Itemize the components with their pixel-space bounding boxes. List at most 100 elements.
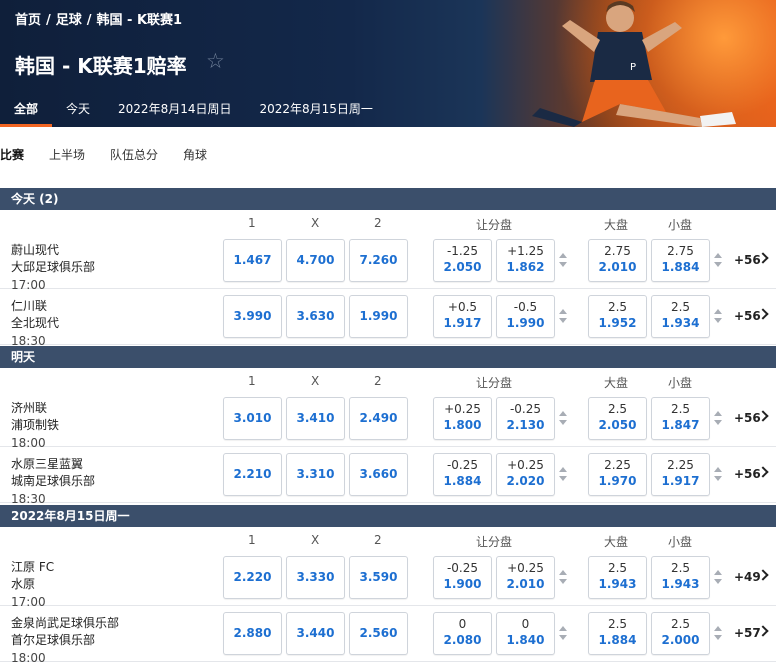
- match-row[interactable]: 济州联 浦项制铁 18:00 3.010 3.410 2.490 +0.25 1.800 -0.…: [0, 391, 776, 450]
- odds-home-button[interactable]: 3.010: [223, 397, 282, 440]
- odds-home-button[interactable]: 3.990: [223, 295, 282, 338]
- handicap-home-button[interactable]: 0 2.080: [433, 612, 492, 655]
- handicap-away-button[interactable]: +0.25 2.010: [496, 556, 555, 599]
- odds-draw-button[interactable]: 3.410: [286, 397, 345, 440]
- over-button[interactable]: 2.5 1.884: [588, 612, 647, 655]
- handicap-home-button[interactable]: -1.25 2.050: [433, 239, 492, 282]
- more-markets-count[interactable]: +56: [734, 467, 761, 481]
- away-team-name[interactable]: 大邱足球俱乐部: [11, 258, 95, 275]
- market-tab-team-totals[interactable]: 队伍总分: [110, 146, 158, 163]
- handicap-home-button[interactable]: +0.25 1.800: [433, 397, 492, 440]
- match-row[interactable]: 水原三星蓝翼 城南足球俱乐部 18:30 2.210 3.310 3.660 -0.25 1.…: [0, 447, 776, 506]
- odds-away-button[interactable]: 1.990: [349, 295, 408, 338]
- home-team-name[interactable]: 江原 FC: [11, 558, 54, 575]
- breadcrumb-home[interactable]: 首页: [15, 13, 41, 28]
- over-button[interactable]: 2.5 2.050: [588, 397, 647, 440]
- odds-draw-button[interactable]: 3.630: [286, 295, 345, 338]
- odds-draw-button[interactable]: 3.440: [286, 612, 345, 655]
- date-tab-today[interactable]: 今天: [52, 92, 104, 127]
- home-team-name[interactable]: 水原三星蓝翼: [11, 455, 83, 472]
- total-line-toggle-icon[interactable]: [714, 411, 724, 427]
- match-row[interactable]: 蔚山现代 大邱足球俱乐部 17:00 1.467 4.700 7.260 -1.25 2.05…: [0, 233, 776, 292]
- date-tab-all[interactable]: 全部: [0, 92, 53, 127]
- away-team-name[interactable]: 全北现代: [11, 314, 59, 331]
- over-button[interactable]: 2.25 1.970: [588, 453, 647, 496]
- away-team-name[interactable]: 城南足球俱乐部: [11, 472, 95, 489]
- under-button[interactable]: 2.5 1.847: [651, 397, 710, 440]
- more-markets-count[interactable]: +49: [734, 570, 761, 584]
- market-tab-corners[interactable]: 角球: [183, 146, 207, 163]
- handicap-home-button[interactable]: -0.25 1.884: [433, 453, 492, 496]
- under-button[interactable]: 2.75 1.884: [651, 239, 710, 282]
- odds-away-button[interactable]: 3.590: [349, 556, 408, 599]
- away-team-name[interactable]: 首尔足球俱乐部: [11, 631, 95, 648]
- odds-home-button[interactable]: 1.467: [223, 239, 282, 282]
- odds-draw-button[interactable]: 3.310: [286, 453, 345, 496]
- match-row[interactable]: 江原 FC 水原 17:00 2.220 3.330 3.590 -0.25 1.900 +0.…: [0, 550, 776, 609]
- odds-away-button[interactable]: 2.490: [349, 397, 408, 440]
- odds-price: 1.990: [359, 309, 398, 323]
- more-markets-count[interactable]: +56: [734, 411, 761, 425]
- total-line-toggle-icon[interactable]: [714, 570, 724, 586]
- total-line-toggle-icon[interactable]: [714, 626, 724, 642]
- handicap-away-button[interactable]: +0.25 2.020: [496, 453, 555, 496]
- handicap-away-button[interactable]: +1.25 1.862: [496, 239, 555, 282]
- total-line-toggle-icon[interactable]: [714, 309, 724, 325]
- under-button[interactable]: 2.25 1.917: [651, 453, 710, 496]
- odds-draw-button[interactable]: 4.700: [286, 239, 345, 282]
- odds-price: 2.560: [359, 626, 398, 640]
- date-tab-aug-14[interactable]: 2022年8月14日周日: [104, 92, 245, 127]
- handicap-line-toggle-icon[interactable]: [559, 626, 569, 642]
- handicap-line-toggle-icon[interactable]: [559, 411, 569, 427]
- favorite-star-icon[interactable]: ☆: [206, 49, 225, 73]
- arrow-down-icon: [714, 476, 722, 481]
- over-button[interactable]: 2.5 1.952: [588, 295, 647, 338]
- under-button[interactable]: 2.5 1.934: [651, 295, 710, 338]
- market-tab-match[interactable]: 比赛: [0, 146, 24, 163]
- under-button[interactable]: 2.5 1.943: [651, 556, 710, 599]
- odds-price: 1.943: [661, 577, 700, 591]
- match-row[interactable]: 仁川联 全北现代 18:30 3.990 3.630 1.990 +0.5 1.917 -0.5…: [0, 289, 776, 348]
- kickoff-time: 18:00: [11, 651, 46, 663]
- handicap-away-button[interactable]: -0.5 1.990: [496, 295, 555, 338]
- odds-home-button[interactable]: 2.220: [223, 556, 282, 599]
- col-away-label: 2: [374, 374, 382, 388]
- breadcrumb-football[interactable]: 足球: [56, 13, 82, 28]
- handicap-line-toggle-icon[interactable]: [559, 309, 569, 325]
- breadcrumb-separator: /: [86, 13, 92, 28]
- odds-home-button[interactable]: 2.210: [223, 453, 282, 496]
- home-team-name[interactable]: 金泉尚武足球俱乐部: [11, 614, 119, 631]
- home-team-name[interactable]: 济州联: [11, 399, 47, 416]
- more-markets-count[interactable]: +57: [734, 626, 761, 640]
- handicap-line-toggle-icon[interactable]: [559, 253, 569, 269]
- odds-away-button[interactable]: 2.560: [349, 612, 408, 655]
- total-line-toggle-icon[interactable]: [714, 467, 724, 483]
- handicap-away-button[interactable]: 0 1.840: [496, 612, 555, 655]
- handicap-home-button[interactable]: +0.5 1.917: [433, 295, 492, 338]
- odds-away-button[interactable]: 3.660: [349, 453, 408, 496]
- under-button[interactable]: 2.5 2.000: [651, 612, 710, 655]
- handicap-line-toggle-icon[interactable]: [559, 570, 569, 586]
- col-draw-label: X: [311, 216, 320, 230]
- over-button[interactable]: 2.5 1.943: [588, 556, 647, 599]
- odds-draw-button[interactable]: 3.330: [286, 556, 345, 599]
- over-button[interactable]: 2.75 2.010: [588, 239, 647, 282]
- match-row[interactable]: 金泉尚武足球俱乐部 首尔足球俱乐部 18:00 2.880 3.440 2.560 0 2.0…: [0, 606, 776, 663]
- handicap-away-button[interactable]: -0.25 2.130: [496, 397, 555, 440]
- arrow-up-icon: [559, 570, 567, 575]
- home-team-name[interactable]: 蔚山现代: [11, 241, 59, 258]
- odds-away-button[interactable]: 7.260: [349, 239, 408, 282]
- svg-text:P: P: [630, 62, 636, 73]
- away-team-name[interactable]: 水原: [11, 575, 35, 592]
- handicap-line-toggle-icon[interactable]: [559, 467, 569, 483]
- handicap-home-button[interactable]: -0.25 1.900: [433, 556, 492, 599]
- odds-home-button[interactable]: 2.880: [223, 612, 282, 655]
- more-markets-count[interactable]: +56: [734, 253, 761, 267]
- date-tab-aug-15[interactable]: 2022年8月15日周一: [245, 92, 386, 127]
- home-team-name[interactable]: 仁川联: [11, 297, 47, 314]
- market-tab-first-half[interactable]: 上半场: [49, 146, 85, 163]
- more-markets-count[interactable]: +56: [734, 309, 761, 323]
- col-draw-label: X: [311, 374, 320, 388]
- total-line-toggle-icon[interactable]: [714, 253, 724, 269]
- away-team-name[interactable]: 浦项制铁: [11, 416, 59, 433]
